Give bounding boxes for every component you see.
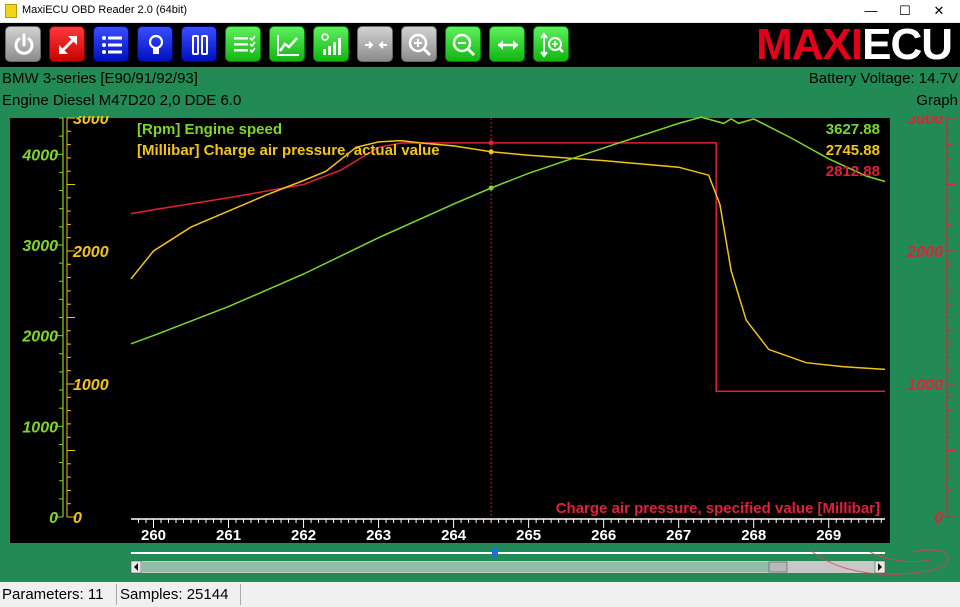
tools-button[interactable] [181,26,217,62]
rpm-axis-label: 1000 [22,419,58,436]
battery-voltage: Battery Voltage: 14.7V [808,70,958,87]
x-axis-label: 265 [516,527,541,544]
logo-maxi: MAXI [756,20,863,69]
close-button[interactable]: ✕ [922,0,956,22]
readout-specified-pressure: 2812.88 [826,163,880,180]
engine-model: Engine Diesel M47D20 2,0 DDE 6.0 [2,92,242,109]
graph-chart[interactable]: 0 1000 2000 3000 4000 0 1000 2000 3000 0 1000 2000 3… [0,116,960,546]
signal-button[interactable] [313,26,349,62]
graph-button[interactable] [269,26,305,62]
rpm-axis-label: 3000 [22,238,58,255]
bulb-icon [148,34,164,54]
maxiecu-logo: MAXIECU [756,23,953,67]
x-axis-label: 263 [366,527,391,544]
position-slider-thumb[interactable] [492,548,498,558]
vertical-zoom-icon [540,32,564,58]
cursor-marker [488,140,494,146]
x-axis-label: 266 [591,527,616,544]
scrollbar-thumb[interactable] [141,562,769,572]
tools-icon [192,35,208,55]
minimize-button[interactable]: — [854,0,888,22]
list-icon [102,36,122,54]
bulb-button[interactable] [137,26,173,62]
signal-bars-icon [321,33,341,55]
x-axis-label: 267 [666,527,691,544]
zoom-out-button[interactable] [445,26,481,62]
line-chart-icon [277,35,299,56]
vehicle-model: BMW 3-series [E90/91/92/93] [2,70,198,87]
actual-axis-label: 3000 [73,116,109,128]
x-axis-label: 264 [441,527,467,544]
logo-ecu: ECU [862,20,953,69]
scrollbar-grip[interactable] [768,561,788,573]
parameters-count: Parameters: 11 [2,586,104,603]
maximize-button[interactable]: ☐ [888,0,922,22]
x-axis-label: 260 [141,527,166,544]
select-list-button[interactable] [225,26,261,62]
app-icon [5,4,17,18]
actual-axis-label: 2000 [72,244,109,261]
zoom-in-icon [408,33,432,57]
checklist-icon [234,35,256,54]
power-button[interactable] [5,26,41,62]
arrows-inward-icon [365,41,387,49]
specified-axis-label: 3000 [907,116,943,128]
zoom-vertical-button[interactable] [533,26,569,62]
readout-rpm: 3627.88 [826,121,880,138]
collapse-button[interactable] [357,26,393,62]
x-axis-label: 269 [816,527,841,544]
timeline-scroller[interactable] [0,546,960,582]
cursor-marker [488,185,494,191]
readout-actual-pressure: 2745.88 [826,142,880,159]
zoom-out-icon [452,33,476,57]
rpm-axis-label: 2000 [21,329,58,346]
legend-actual-pressure: [Millibar] Charge air pressure, actual v… [137,142,440,159]
status-separator [240,584,241,605]
parameter-list-button[interactable] [93,26,129,62]
rpm-axis-label: 0 [49,510,58,527]
vehicle-info-bar: BMW 3-series [E90/91/92/93] Engine Diese… [0,67,960,116]
plot-background [10,118,890,543]
x-axis-label: 261 [216,527,241,544]
actual-axis-label: 1000 [73,377,109,394]
fit-width-button[interactable] [489,26,525,62]
x-axis-label: 268 [741,527,766,544]
fullscreen-button[interactable] [49,26,85,62]
cursor-marker [488,149,494,155]
legend-specified-pressure: Charge air pressure, specified value [Mi… [556,500,880,517]
specified-axis-label: 1000 [907,377,943,394]
actual-axis-label: 0 [73,510,82,527]
samples-count: Samples: 25144 [120,586,229,603]
zoom-in-button[interactable] [401,26,437,62]
status-bar: Parameters: 11 Samples: 25144 [0,582,960,607]
horizontal-arrows-icon [498,40,518,50]
window-title: MaxiECU OBD Reader 2.0 (64bit) [22,4,188,16]
expand-arrows-icon [58,35,78,55]
power-icon [14,33,34,55]
view-mode: Graph [916,92,958,109]
x-axis-label: 262 [291,527,316,544]
legend-rpm: [Rpm] Engine speed [137,121,282,138]
specified-axis-label: 2000 [906,244,943,261]
rpm-axis-label: 4000 [21,147,58,164]
specified-axis-label: 0 [934,510,943,527]
status-separator [116,584,117,605]
